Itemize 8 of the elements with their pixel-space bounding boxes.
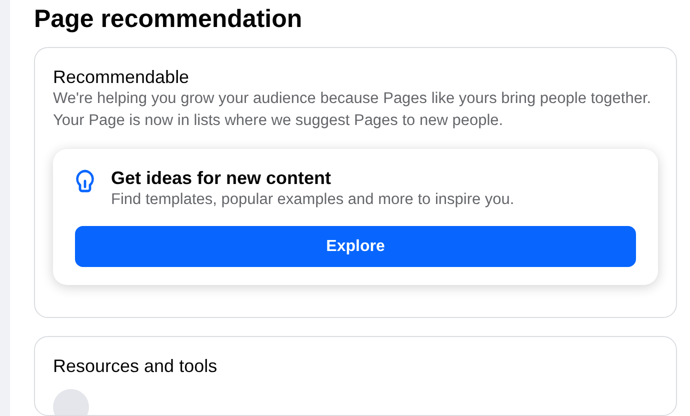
- section-description: We're helping you grow your audience because Pages like yours bring people together. Your Page is now in lists where we suggest Pages to new people.: [53, 89, 652, 131]
- section-title: Resources and tools: [53, 355, 218, 377]
- card-subtitle: Find templates, popular examples and more to inspire you.: [111, 190, 514, 210]
- card-title: Get ideas for new content: [111, 167, 332, 189]
- lightbulb-icon: [75, 169, 95, 195]
- explore-button[interactable]: Explore: [75, 226, 636, 267]
- section-title: Recommendable: [53, 66, 190, 88]
- page-title: Page recommendation: [34, 4, 304, 34]
